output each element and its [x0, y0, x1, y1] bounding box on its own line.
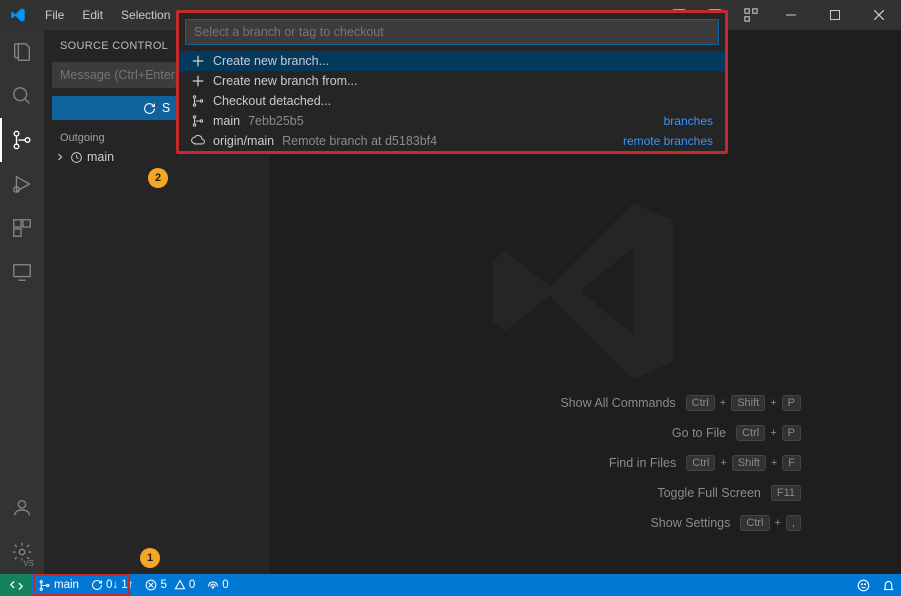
shortcut-settings: Show SettingsCtrl+, — [560, 515, 801, 531]
extensions-icon[interactable] — [0, 206, 44, 250]
minimize-button[interactable] — [769, 10, 813, 20]
create-branch-from-item[interactable]: Create new branch from... — [179, 71, 725, 91]
branch-name: main — [87, 150, 114, 164]
search-icon[interactable] — [0, 74, 44, 118]
source-control-icon[interactable] — [0, 118, 44, 162]
ports-status[interactable]: 0 — [201, 574, 234, 596]
menu-edit[interactable]: Edit — [73, 0, 112, 30]
branch-picker-dropdown: Create new branch... Create new branch f… — [176, 10, 728, 154]
branch-origin-main-item[interactable]: origin/main Remote branch at d5183bf4 re… — [179, 131, 725, 151]
create-branch-item[interactable]: Create new branch... — [179, 51, 725, 71]
status-bar: main 0↓ 1↑ 5 0 0 — [0, 574, 901, 596]
remote-explorer-icon[interactable] — [0, 250, 44, 294]
shortcuts-panel: Show All CommandsCtrl+Shift+P Go to File… — [560, 395, 801, 531]
vs-logo-icon — [0, 7, 36, 23]
errors-status[interactable]: 5 0 — [139, 574, 201, 596]
notifications-icon[interactable] — [876, 574, 901, 596]
activity-bar: VS — [0, 30, 44, 574]
shortcut-show-commands: Show All CommandsCtrl+Shift+P — [560, 395, 801, 411]
callout-1: 1 — [140, 548, 160, 568]
feedback-icon[interactable] — [851, 574, 876, 596]
annotation-box-statusbar — [33, 574, 130, 596]
shortcut-go-to-file: Go to FileCtrl+P — [560, 425, 801, 441]
accounts-icon[interactable] — [0, 486, 44, 530]
vs-watermark-icon — [475, 181, 695, 401]
shortcut-fullscreen: Toggle Full ScreenF11 — [560, 485, 801, 501]
debug-icon[interactable] — [0, 162, 44, 206]
callout-2: 2 — [148, 168, 168, 188]
menu-selection[interactable]: Selection — [112, 0, 179, 30]
shortcut-find-in-files: Find in FilesCtrl+Shift+F — [560, 455, 801, 471]
branch-main-item[interactable]: main 7ebb25b5 branches — [179, 111, 725, 131]
settings-gear-icon[interactable]: VS — [0, 530, 44, 574]
checkout-detached-item[interactable]: Checkout detached... — [179, 91, 725, 111]
layout-custom-icon[interactable] — [733, 8, 769, 22]
branch-picker-input[interactable] — [185, 19, 719, 45]
maximize-button[interactable] — [813, 10, 857, 20]
remote-indicator[interactable] — [0, 574, 32, 596]
explorer-icon[interactable] — [0, 30, 44, 74]
close-button[interactable] — [857, 10, 901, 20]
menu-file[interactable]: File — [36, 0, 73, 30]
